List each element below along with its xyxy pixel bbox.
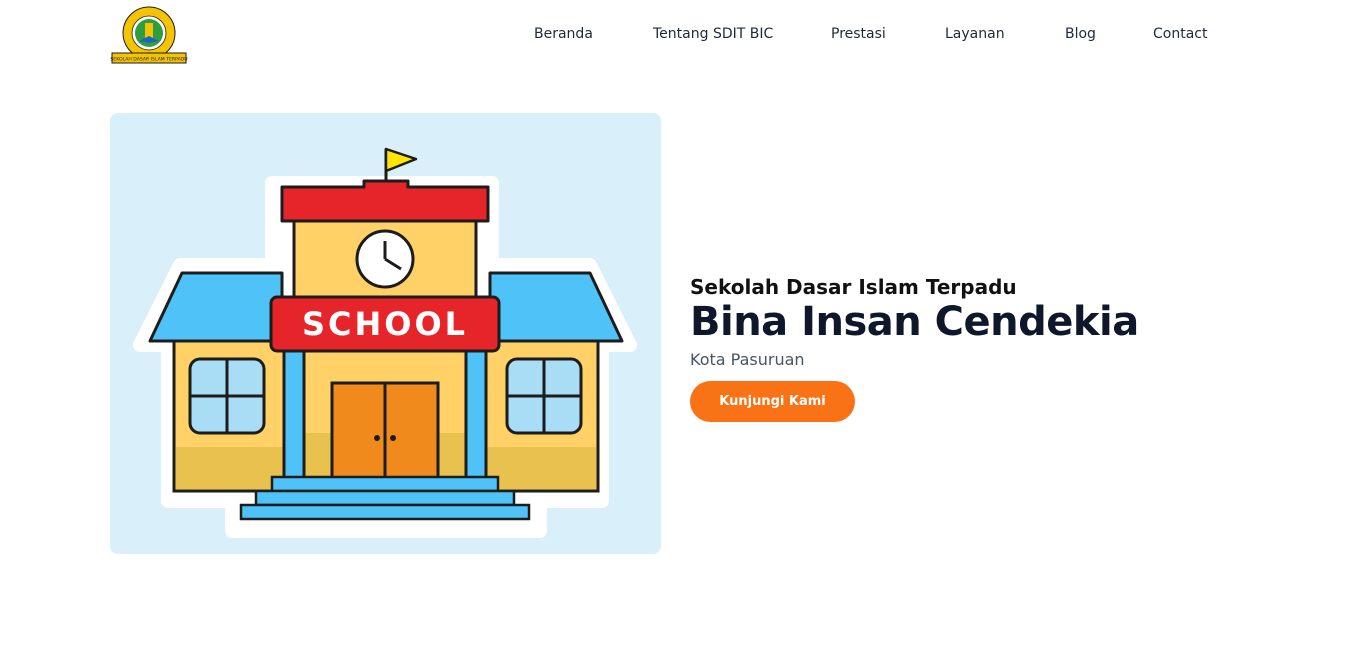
- nav-item-beranda[interactable]: Beranda: [534, 26, 593, 42]
- school-building-illustration: SCHOOL: [133, 147, 637, 538]
- nav-item-blog[interactable]: Blog: [1065, 26, 1096, 42]
- visit-us-button[interactable]: Kunjungi Kami: [690, 381, 855, 422]
- logo-emblem-icon: SEKOLAH DASAR ISLAM TERPADU: [110, 6, 188, 64]
- nav-item-prestasi[interactable]: Prestasi: [831, 26, 886, 42]
- school-logo[interactable]: SEKOLAH DASAR ISLAM TERPADU: [109, 5, 189, 67]
- nav-item-tentang[interactable]: Tentang SDIT BIC: [653, 26, 773, 42]
- hero-illustration-card: SCHOOL: [110, 113, 661, 554]
- logo-banner-text: SEKOLAH DASAR ISLAM TERPADU: [110, 57, 187, 63]
- nav-item-contact[interactable]: Contact: [1153, 26, 1207, 42]
- hero-title: Bina Insan Cendekia: [690, 299, 1139, 345]
- school-sign-text: SCHOOL: [302, 305, 468, 343]
- nav-item-layanan[interactable]: Layanan: [945, 26, 1005, 42]
- hero-city: Kota Pasuruan: [690, 350, 805, 369]
- hero-subtitle: Sekolah Dasar Islam Terpadu: [690, 275, 1017, 299]
- top-navigation: SEKOLAH DASAR ISLAM TERPADU Beranda Tent…: [0, 0, 1348, 80]
